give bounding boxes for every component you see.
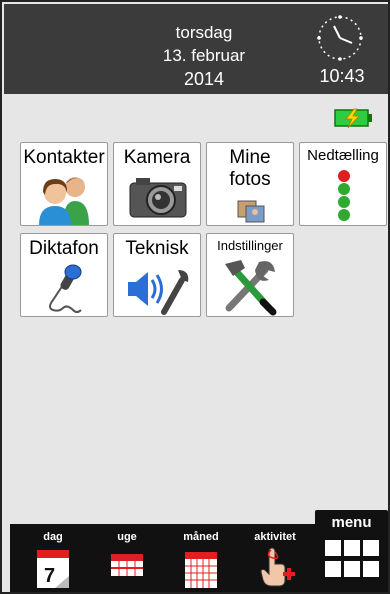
nav-label: aktivitet	[254, 531, 296, 543]
app-window: torsdag 13. februar 2014 10:43 Kontakter	[0, 0, 390, 594]
calendar-month-icon	[185, 552, 217, 588]
activity-add-icon	[260, 547, 295, 587]
nav-label: uge	[117, 531, 137, 543]
weekday-label: torsdag	[175, 23, 233, 42]
app-tile-kontakter[interactable]: Kontakter	[20, 142, 108, 226]
app-tile-diktafon[interactable]: Diktafon	[20, 233, 108, 317]
app-tile-kamera[interactable]: Kamera	[113, 142, 201, 226]
calendar-week-icon	[111, 554, 143, 576]
app-label: Indstillinger	[217, 238, 283, 253]
year-label: 2014	[183, 69, 225, 89]
camera-icon	[129, 178, 187, 218]
traffic-light-icon	[338, 170, 350, 221]
time-label: 10:43	[319, 66, 365, 86]
calendar-day-icon: 7	[37, 550, 69, 588]
app-tile-mine-fotos[interactable]: Mine fotos	[206, 142, 294, 226]
svg-text:7: 7	[44, 565, 55, 587]
nav-uge-button[interactable]: uge	[92, 530, 162, 592]
nav-label: måned	[183, 531, 219, 543]
app-label: Teknisk	[125, 238, 189, 259]
clock-icon	[317, 15, 363, 61]
nav-label: dag	[43, 531, 63, 543]
nav-dag-button[interactable]: dag 7	[18, 530, 88, 592]
photos-icon	[237, 200, 265, 223]
speaker-wrench-icon	[128, 270, 189, 315]
microphone-icon	[49, 264, 82, 313]
menu-button[interactable]: menu	[315, 510, 388, 592]
header-bar: torsdag 13. februar 2014 10:43	[4, 4, 388, 94]
app-label: Kamera	[123, 147, 191, 168]
app-tile-indstillinger[interactable]: Indstillinger	[206, 233, 294, 317]
app-tile-nedtaelling[interactable]: Nedtælling	[299, 142, 387, 226]
nav-maaned-button[interactable]: måned	[166, 530, 236, 592]
app-label-line1: Mine	[229, 147, 271, 168]
app-tile-teknisk[interactable]: Teknisk	[113, 233, 201, 317]
tools-icon	[225, 260, 277, 316]
battery-icon	[334, 108, 372, 129]
app-label-line2: fotos	[229, 169, 271, 190]
app-label: Nedtælling	[307, 147, 379, 164]
nav-aktivitet-button[interactable]: aktivitet	[240, 530, 310, 592]
contacts-icon	[39, 177, 89, 225]
app-label: Diktafon	[29, 238, 99, 259]
date-label: 13. februar	[162, 46, 246, 65]
menu-label: menu	[331, 514, 372, 531]
app-label: Kontakter	[23, 147, 105, 168]
grid-menu-icon	[325, 540, 379, 580]
